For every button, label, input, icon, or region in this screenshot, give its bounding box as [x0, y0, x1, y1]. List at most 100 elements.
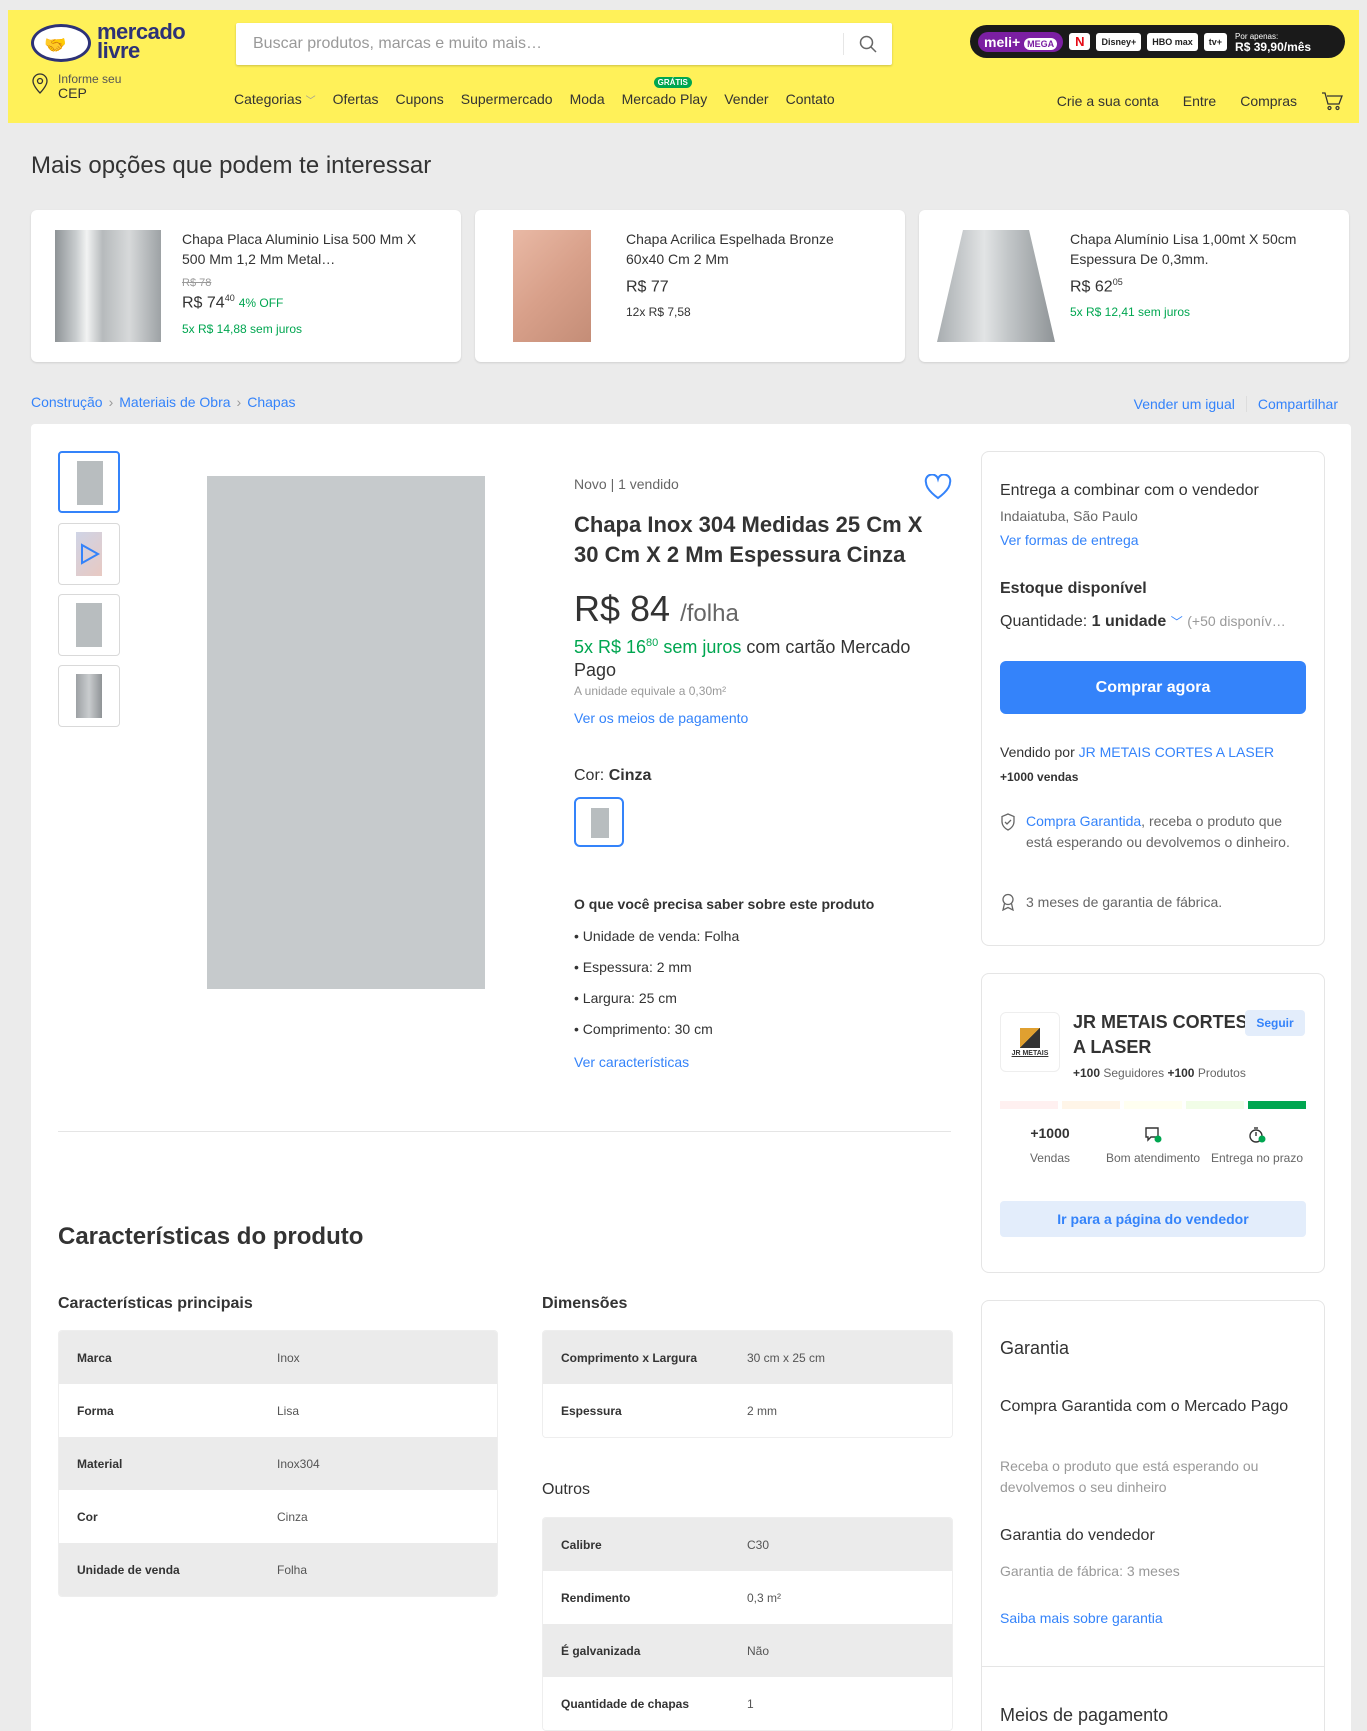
seller-link[interactable]: JR METAIS CORTES A LASER [1079, 744, 1275, 760]
product-image [55, 230, 161, 342]
thumbnail-3[interactable] [58, 594, 120, 656]
hbo-max-logo: HBO max [1147, 32, 1198, 51]
nav-moda[interactable]: Moda [570, 91, 605, 107]
price-unit: /folha [680, 600, 739, 627]
recommendation-title: Chapa Placa Aluminio Lisa 500 Mm X 500 M… [182, 231, 417, 267]
seller-logo[interactable]: JR METAIS [1000, 1012, 1060, 1072]
seller-card: JR METAIS JR METAIS CORTES A LASER Segui… [981, 973, 1325, 1273]
stock-title: Estoque disponível [1000, 580, 1147, 597]
installments-info: 5x R$ 1680 sem juros com cartão Mercado … [574, 637, 911, 680]
shipping-options-link[interactable]: Ver formas de entrega [1000, 532, 1139, 548]
nav-mercado-play[interactable]: GRÁTIS Mercado Play [622, 77, 707, 107]
breadcrumb-chapas[interactable]: Chapas [247, 394, 295, 410]
recommendation-card[interactable]: Chapa Alumínio Lisa 1,00mt X 50cm Espess… [919, 210, 1349, 362]
nav-supermercado[interactable]: Supermercado [461, 91, 553, 107]
others-title: Outros [542, 1481, 591, 1498]
thumbnail-4[interactable] [58, 665, 120, 727]
breadcrumb: Construção › Materiais de Obra › Chapas [31, 394, 295, 410]
discount-badge: 4% OFF [238, 296, 284, 311]
chevron-right-icon: › [236, 394, 242, 410]
color-swatch-cinza[interactable] [574, 797, 624, 847]
purchase-guarantee-link[interactable]: Compra Garantida [1026, 813, 1141, 829]
heart-icon[interactable] [924, 474, 952, 500]
breadcrumb-materiais[interactable]: Materiais de Obra [119, 394, 230, 410]
nav-vender[interactable]: Vender [724, 91, 768, 107]
product-image [937, 230, 1055, 342]
table-row: Cor Cinza [59, 1490, 497, 1543]
login-link[interactable]: Entre [1183, 93, 1216, 109]
color-label: Cor: Cinza [574, 767, 652, 784]
box-icon [1019, 1027, 1040, 1048]
payment-methods-link[interactable]: Ver os meios de pagamento [574, 710, 748, 726]
highlight-item: Espessura: 2 mm [574, 959, 739, 990]
dimensions-table: Comprimento x Largura 30 cm x 25 cm Espes… [542, 1330, 953, 1438]
product-image [513, 230, 591, 342]
thumbnail-video[interactable] [58, 523, 120, 585]
nav-contato[interactable]: Contato [786, 91, 835, 107]
see-features-link[interactable]: Ver características [574, 1054, 689, 1070]
warranty-info-link[interactable]: Saiba mais sobre garantia [1000, 1610, 1163, 1626]
product-title: Chapa Inox 304 Medidas 25 Cm X 30 Cm X 2… [574, 512, 923, 567]
mega-label: MEGA [1024, 37, 1058, 50]
search-box [236, 23, 892, 65]
seller-stats: +100 Seguidores +100 Produtos [1073, 1066, 1246, 1080]
location-pin-icon [32, 73, 48, 94]
table-row: É galvanizada Não [543, 1624, 952, 1677]
recommendation-card[interactable]: Chapa Placa Aluminio Lisa 500 Mm X 500 M… [31, 210, 461, 362]
buy-now-button[interactable]: Comprar agora [1000, 661, 1306, 714]
thumbnail-image [76, 674, 102, 718]
table-row: Comprimento x Largura 30 cm x 25 cm [543, 1331, 952, 1384]
seller-page-button[interactable]: Ir para a página do vendedor [1000, 1201, 1306, 1237]
play-icon [81, 543, 101, 565]
meli-plus-banner[interactable]: meli+ MEGA N Disney+ HBO max tv+ Por ape… [970, 25, 1345, 58]
nav-ofertas[interactable]: Ofertas [333, 91, 379, 107]
nav-cupons[interactable]: Cupons [396, 91, 444, 107]
others-table: Calibre C30 Rendimento 0,3 m² É galvanizad… [542, 1517, 953, 1731]
mp-guarantee-text: Receba o produto que está esperando ou d… [1000, 1458, 1259, 1495]
divider [982, 1666, 1324, 1667]
thermometer-level [1062, 1101, 1120, 1109]
search-input[interactable] [236, 23, 836, 65]
recommendation-card[interactable]: Chapa Acrilica Espelhada Bronze 60x40 Cm… [475, 210, 905, 362]
cart-icon[interactable] [1321, 91, 1343, 111]
shield-check-icon [1001, 813, 1015, 831]
unit-equivalence: A unidade equivale a 0,30m² [574, 684, 727, 698]
warranty-card: Garantia Compra Garantida com o Mercado … [981, 1300, 1325, 1731]
old-price: R$ 78 [182, 277, 212, 289]
follow-button[interactable]: Seguir [1245, 1010, 1305, 1036]
installments: 5x R$ 12,41 sem juros [1070, 305, 1191, 319]
breadcrumb-construcao[interactable]: Construção [31, 394, 103, 410]
table-row: Rendimento 0,3 m² [543, 1571, 952, 1624]
swatch-image [591, 808, 609, 838]
seller-logo-text: JR METAIS [1011, 1049, 1049, 1057]
product-info-title: O que você precisa saber sobre este prod… [574, 896, 875, 912]
purchases-link[interactable]: Compras [1240, 93, 1297, 109]
reputation-thermometer [1000, 1101, 1306, 1109]
thumbnail-1[interactable] [58, 451, 120, 513]
nav-categorias[interactable]: Categorias ﹀ [234, 91, 316, 107]
search-button[interactable] [844, 23, 892, 65]
meli-plus-badge: meli+ MEGA [978, 31, 1064, 52]
highlight-item: Comprimento: 30 cm [574, 1021, 739, 1052]
recommendation-price: R$ 6205 [1070, 277, 1123, 296]
share-link[interactable]: Compartilhar [1258, 396, 1338, 412]
create-account-link[interactable]: Crie a sua conta [1057, 93, 1159, 109]
award-icon [1002, 893, 1014, 911]
table-row: Marca Inox [59, 1331, 497, 1384]
table-row: Unidade de venda Folha [59, 1543, 497, 1596]
thumbnail-image [77, 461, 103, 505]
mercado-livre-logo[interactable]: 🤝 mercado livre [31, 21, 191, 62]
highlight-item: Unidade de venda: Folha [574, 928, 739, 959]
metric-sales: +1000 Vendas [1029, 1125, 1071, 1166]
promo-price: Por apenas: R$ 39,90/mês [1235, 31, 1312, 54]
mp-guarantee-title: Compra Garantida com o Mercado Pago [1000, 1398, 1289, 1415]
main-product-image[interactable] [207, 476, 485, 989]
sell-similar-link[interactable]: Vender um igual [1134, 396, 1235, 412]
quantity-selector[interactable]: Quantidade: 1 unidade ﹀ (+50 disponív… [1000, 613, 1310, 631]
recommendation-title: Chapa Alumínio Lisa 1,00mt X 50cm Espess… [1070, 231, 1297, 267]
disney-logo: Disney+ [1096, 32, 1142, 51]
table-row: Quantidade de chapas 1 [543, 1677, 952, 1730]
apple-tv-logo: tv+ [1203, 32, 1228, 51]
seller-name[interactable]: JR METAIS CORTES A LASER [1073, 1010, 1253, 1060]
cep-selector[interactable]: Informe seu CEP [30, 73, 121, 101]
